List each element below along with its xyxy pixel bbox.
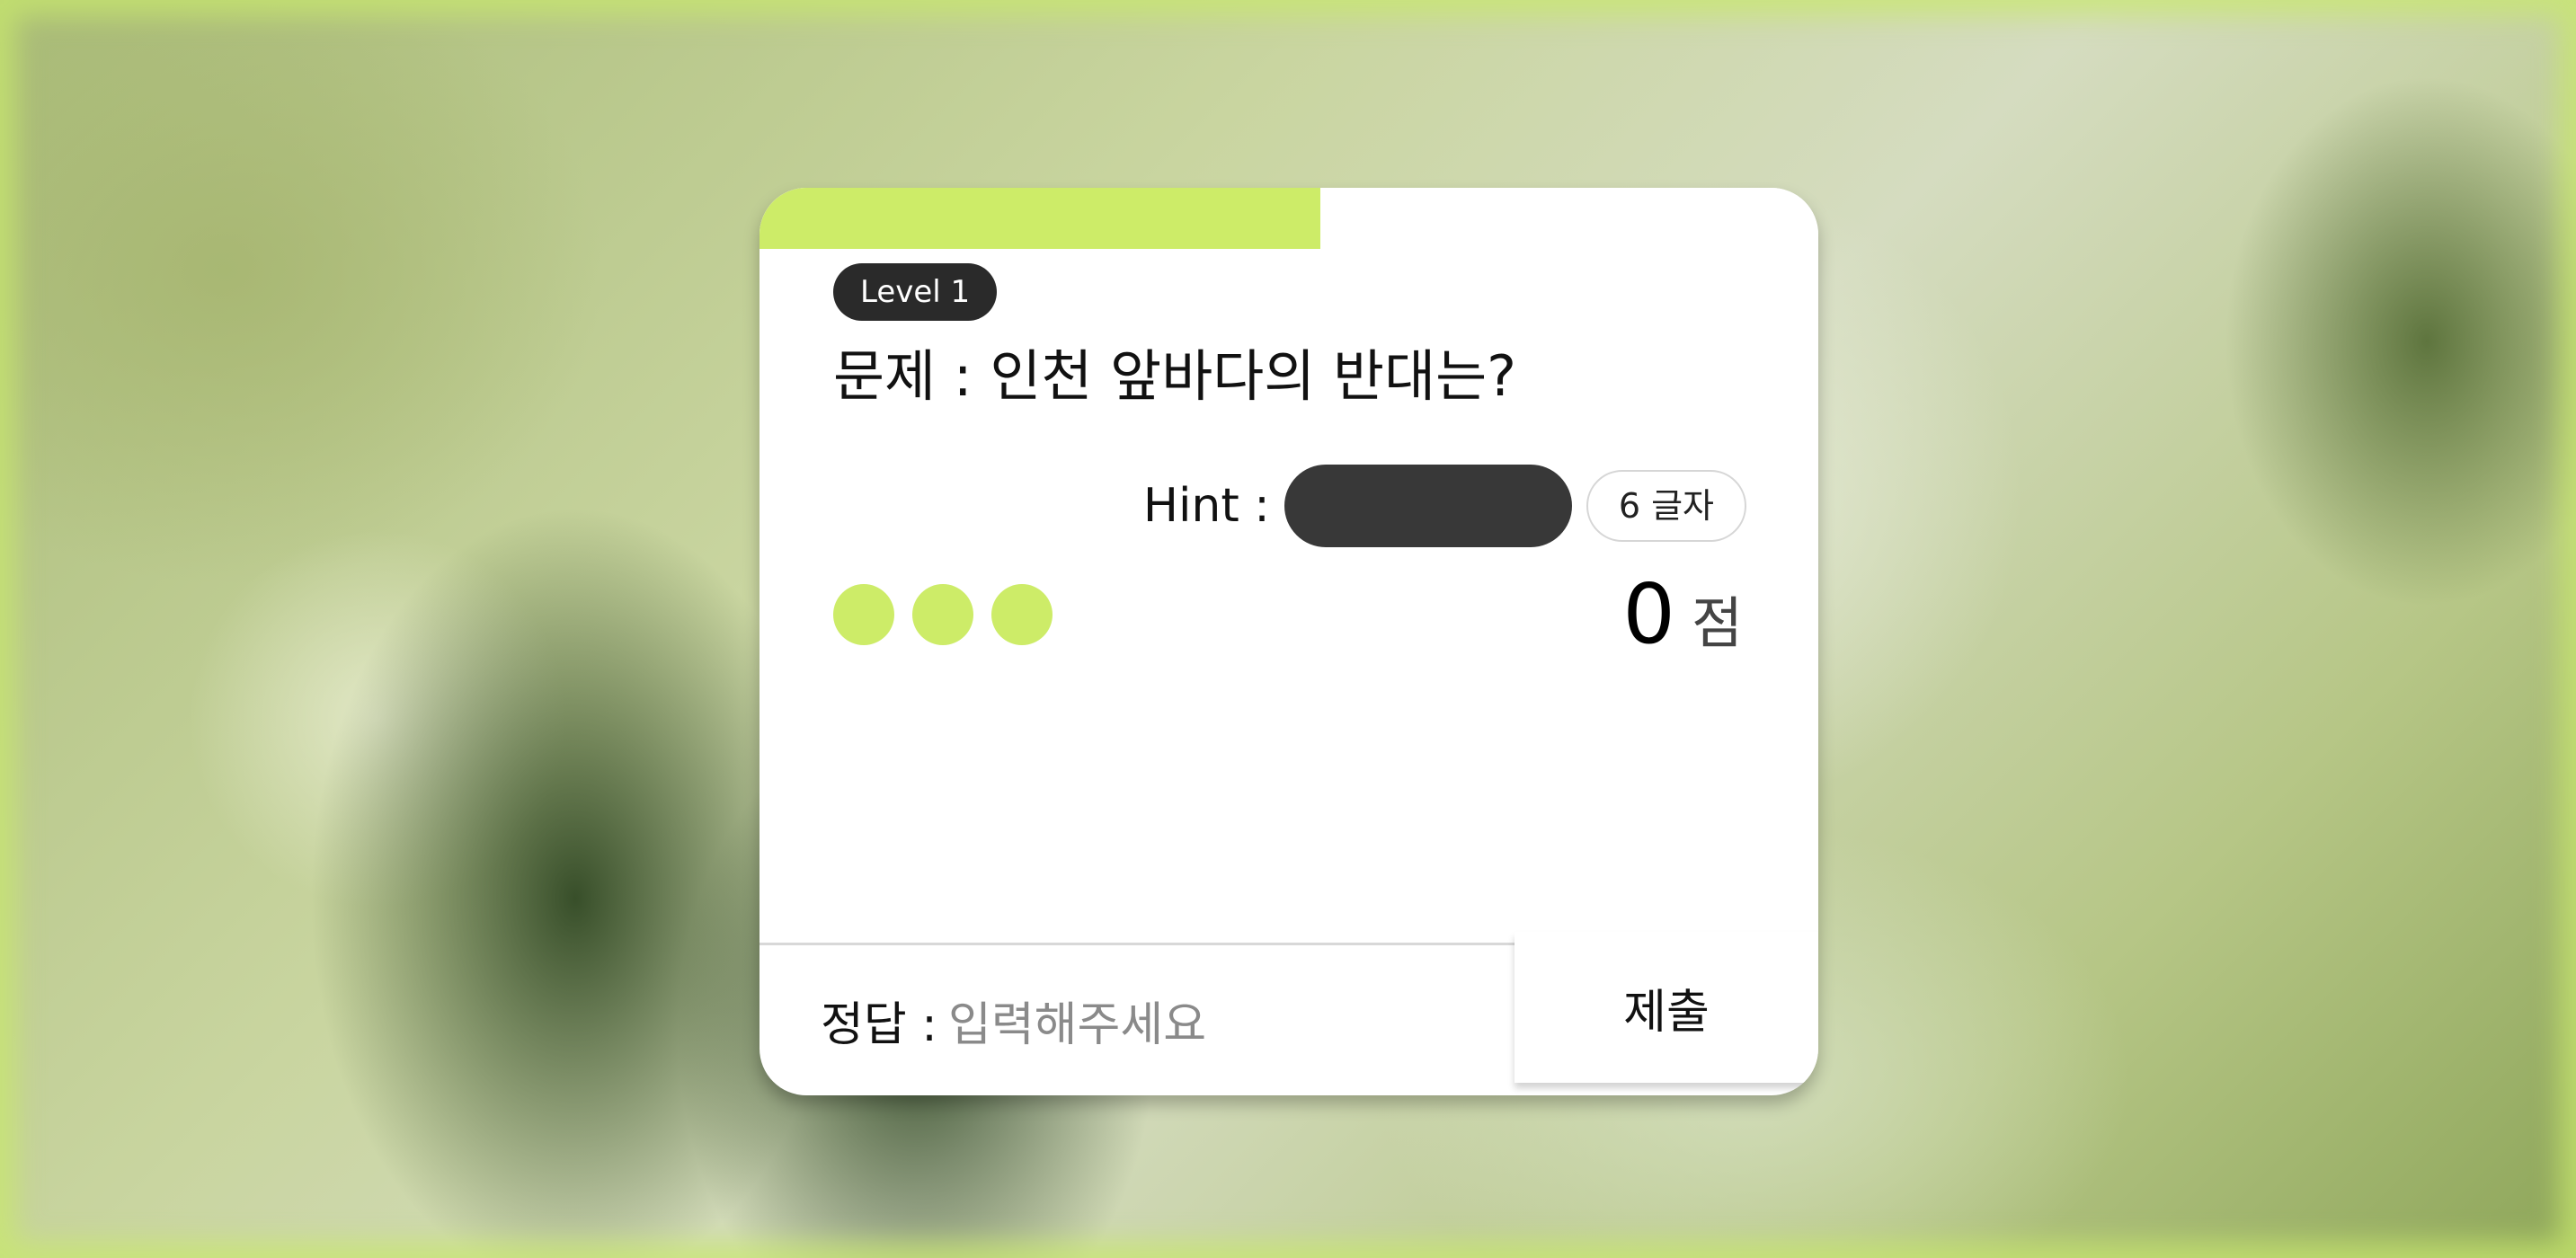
- answer-label: 정답 :: [821, 998, 937, 1052]
- life-dot: [912, 584, 973, 645]
- life-dot: [991, 584, 1053, 645]
- score-display: 0 점: [1622, 565, 1743, 664]
- hint-length-badge: 6 글자: [1586, 470, 1746, 542]
- score-unit: 점: [1691, 590, 1743, 656]
- question-text: 문제 : 인천 앞바다의 반대는?: [833, 343, 1517, 409]
- level-badge: Level 1: [833, 263, 998, 321]
- score-value: 0: [1622, 566, 1675, 662]
- hint-label: Hint :: [1142, 479, 1270, 533]
- progress-bar: [759, 188, 1818, 249]
- hint-reveal-button[interactable]: [1284, 465, 1572, 547]
- lives-indicator: [833, 584, 1053, 645]
- life-dot: [833, 584, 894, 645]
- answer-input[interactable]: [948, 980, 1506, 1070]
- quiz-card: Level 1 문제 : 인천 앞바다의 반대는? Hint : 6 글자 0 …: [759, 188, 1818, 1095]
- submit-button[interactable]: 제출: [1515, 932, 1818, 1083]
- hint-row: Hint : 6 글자: [1143, 465, 1746, 547]
- progress-bar-fill: [759, 188, 1321, 249]
